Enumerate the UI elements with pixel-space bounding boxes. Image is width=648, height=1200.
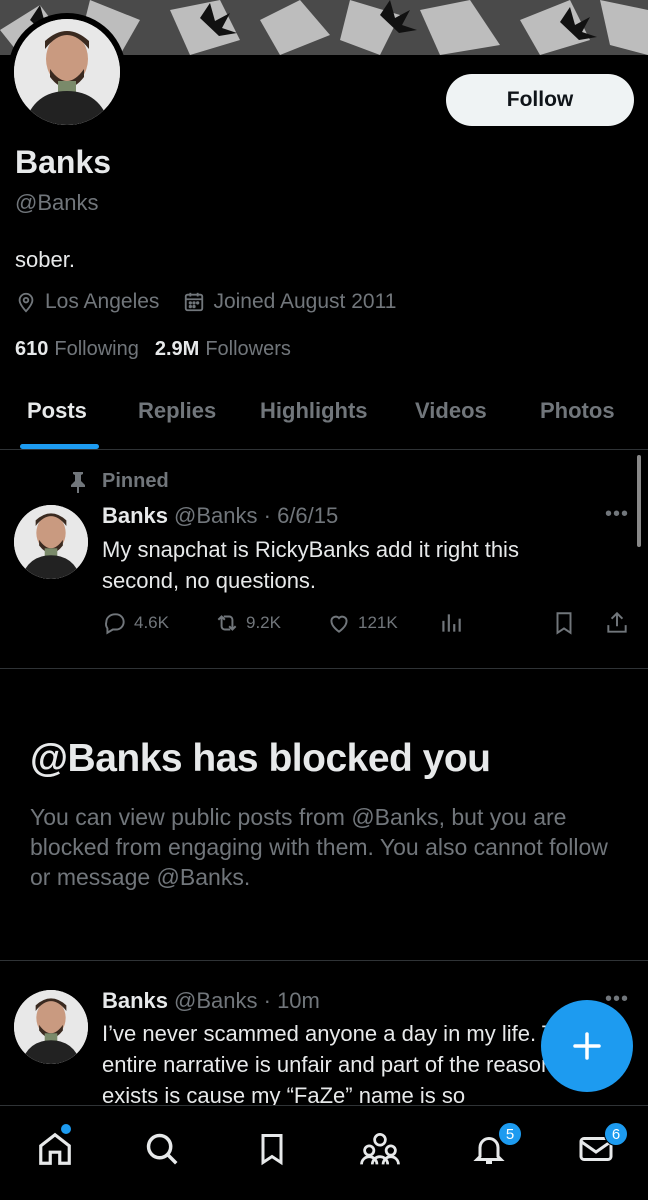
compose-button[interactable] [541, 1000, 633, 1092]
post-header: Banks @Banks · 10m [102, 988, 320, 1014]
divider [0, 668, 648, 669]
profile-handle: @Banks [15, 190, 99, 215]
views-icon [442, 614, 461, 632]
tab-videos[interactable]: Videos [415, 398, 487, 424]
joined-item: Joined August 2011 [183, 290, 396, 314]
pinned-indicator: Pinned [68, 470, 169, 493]
location-item: Los Angeles [15, 290, 159, 314]
post-handle-date: @Banks · 6/6/15 [174, 503, 339, 528]
share-button[interactable] [604, 610, 636, 636]
home-notification-dot [61, 1124, 71, 1134]
profile-stats: 610 Following 2.9M Followers [15, 338, 307, 361]
repost-button[interactable]: 9.2K [214, 610, 281, 636]
compose-plus-icon [573, 1032, 601, 1060]
reply-button[interactable]: 4.6K [102, 610, 169, 636]
follow-button[interactable]: Follow [446, 74, 634, 126]
post-avatar[interactable] [14, 990, 88, 1064]
pinned-label: Pinned [102, 470, 169, 492]
like-button[interactable]: 121K [326, 610, 398, 636]
post-header: Banks @Banks · 6/6/15 [102, 503, 338, 529]
post-author-name[interactable]: Banks [102, 503, 168, 529]
post-avatar[interactable] [14, 505, 88, 579]
location-icon [18, 292, 34, 313]
followers-count: 2.9M [154, 338, 200, 360]
like-icon [330, 615, 348, 633]
home-icon [39, 1132, 71, 1165]
profile-avatar[interactable] [8, 13, 126, 131]
profile-meta: Los Angeles Joined August 2011 [15, 290, 420, 314]
like-count: 121K [358, 613, 398, 632]
location-text: Los Angeles [45, 290, 160, 313]
reply-count: 4.6K [134, 613, 169, 632]
bookmark-icon [556, 612, 572, 635]
profile-name: Banks [15, 144, 112, 180]
repost-count: 9.2K [246, 613, 281, 632]
calendar-icon [185, 292, 204, 312]
tab-photos[interactable]: Photos [540, 398, 615, 424]
post-text: My snapchat is RickyBanks add it right t… [102, 537, 519, 593]
profile-tabs: Posts Replies Highlights Videos Photos [0, 384, 648, 450]
tab-highlights[interactable]: Highlights [260, 398, 368, 424]
blocked-title: @Banks has blocked you [30, 737, 491, 780]
active-tab-indicator [20, 444, 99, 449]
nav-search[interactable] [143, 1130, 181, 1173]
bookmarks-icon [261, 1134, 283, 1166]
following-count: 610 [15, 338, 49, 360]
more-icon[interactable]: ••• [605, 503, 629, 526]
views-button[interactable] [438, 610, 470, 636]
nav-home[interactable] [36, 1130, 74, 1173]
nav-communities[interactable] [360, 1130, 400, 1173]
pin-icon [71, 471, 85, 493]
followers-label: Followers [205, 338, 291, 360]
messages-badge: 6 [604, 1122, 628, 1146]
post-text: I’ve never scammed anyone a day in my li… [102, 1021, 580, 1106]
blocked-description: You can view public posts from @Banks, b… [30, 804, 608, 890]
tab-replies[interactable]: Replies [138, 398, 216, 424]
bookmark-button[interactable] [551, 610, 583, 636]
divider [0, 960, 648, 961]
followers-link[interactable]: 2.9M Followers [155, 338, 291, 361]
post-author-name[interactable]: Banks [102, 988, 168, 1014]
repost-icon [217, 615, 237, 631]
notifications-badge: 5 [498, 1122, 522, 1146]
reply-icon [105, 613, 125, 635]
scrollbar[interactable] [637, 455, 641, 547]
following-label: Following [54, 338, 139, 360]
bottom-nav: 5 6 [0, 1105, 648, 1200]
post-handle-date: @Banks · 10m [174, 988, 320, 1013]
nav-bookmarks[interactable] [254, 1130, 290, 1173]
following-link[interactable]: 610 Following [15, 338, 139, 361]
communities-icon [360, 1133, 400, 1165]
post-actions: 4.6K 9.2K 121K [102, 610, 632, 638]
search-icon [146, 1133, 178, 1165]
tab-posts[interactable]: Posts [27, 398, 87, 424]
profile-bio: sober. [15, 247, 75, 272]
share-icon [607, 611, 627, 633]
joined-text: Joined August 2011 [213, 290, 397, 313]
